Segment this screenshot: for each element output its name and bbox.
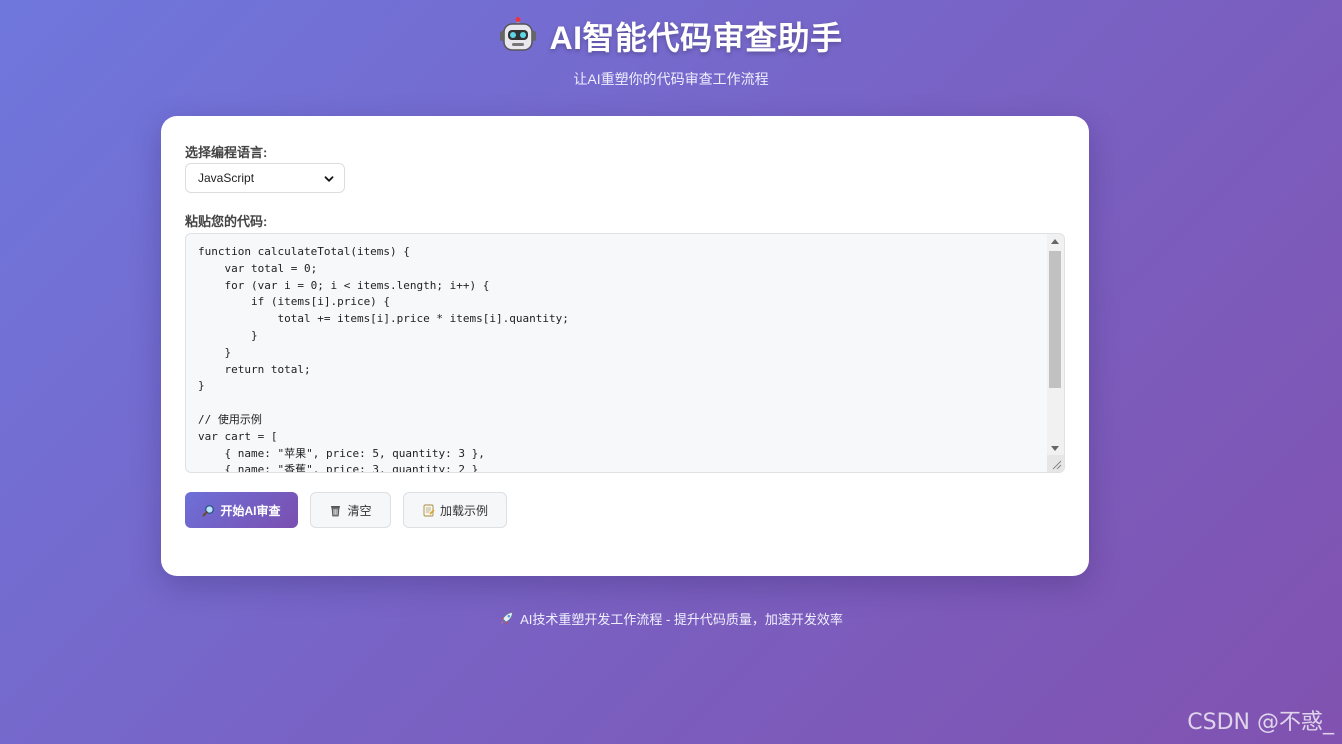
trash-icon [329,504,342,517]
scroll-thumb[interactable] [1049,251,1061,388]
language-selected-value: JavaScript [198,171,255,185]
start-review-label: 开始AI审查 [220,503,281,518]
magnifier-icon [202,504,215,517]
memo-icon [422,504,435,517]
code-scrollbar[interactable] [1047,234,1064,456]
scroll-down-arrow-icon[interactable] [1051,446,1059,451]
page-title: AI智能代码审查助手 [549,20,843,56]
rocket-icon [499,611,514,626]
language-select[interactable]: JavaScript [185,163,345,193]
chevron-down-icon [324,173,334,183]
code-label: 粘贴您的代码: [185,214,268,229]
start-review-button[interactable]: 开始AI审查 [185,492,298,528]
csdn-watermark: CSDN @不惑_ [1187,710,1334,735]
page-footer: AI技术重塑开发工作流程 - 提升代码质量，加速开发效率 [0,609,1342,628]
footer-text: AI技术重塑开发工作流程 - 提升代码质量，加速开发效率 [520,612,843,627]
page-header: AI智能代码审查助手 让AI重塑你的代码审查工作流程 [0,14,1342,89]
language-label: 选择编程语言: [185,145,268,160]
resize-handle[interactable] [1047,455,1064,472]
page-subtitle: 让AI重塑你的代码审查工作流程 [573,71,769,87]
clear-label: 清空 [347,503,372,518]
code-textarea[interactable]: function calculateTotal(items) { var tot… [185,233,1065,473]
load-example-button[interactable]: 加载示例 [403,492,507,528]
scroll-up-arrow-icon[interactable] [1051,239,1059,244]
code-content: function calculateTotal(items) { var tot… [198,245,569,473]
title-row: AI智能代码审查助手 [499,14,842,58]
review-card: 选择编程语言: JavaScript 粘贴您的代码: function calc… [161,116,1089,576]
resize-grip-icon [1052,460,1062,470]
clear-button[interactable]: 清空 [310,492,391,528]
robot-icon [499,17,537,55]
load-example-label: 加载示例 [439,503,488,518]
